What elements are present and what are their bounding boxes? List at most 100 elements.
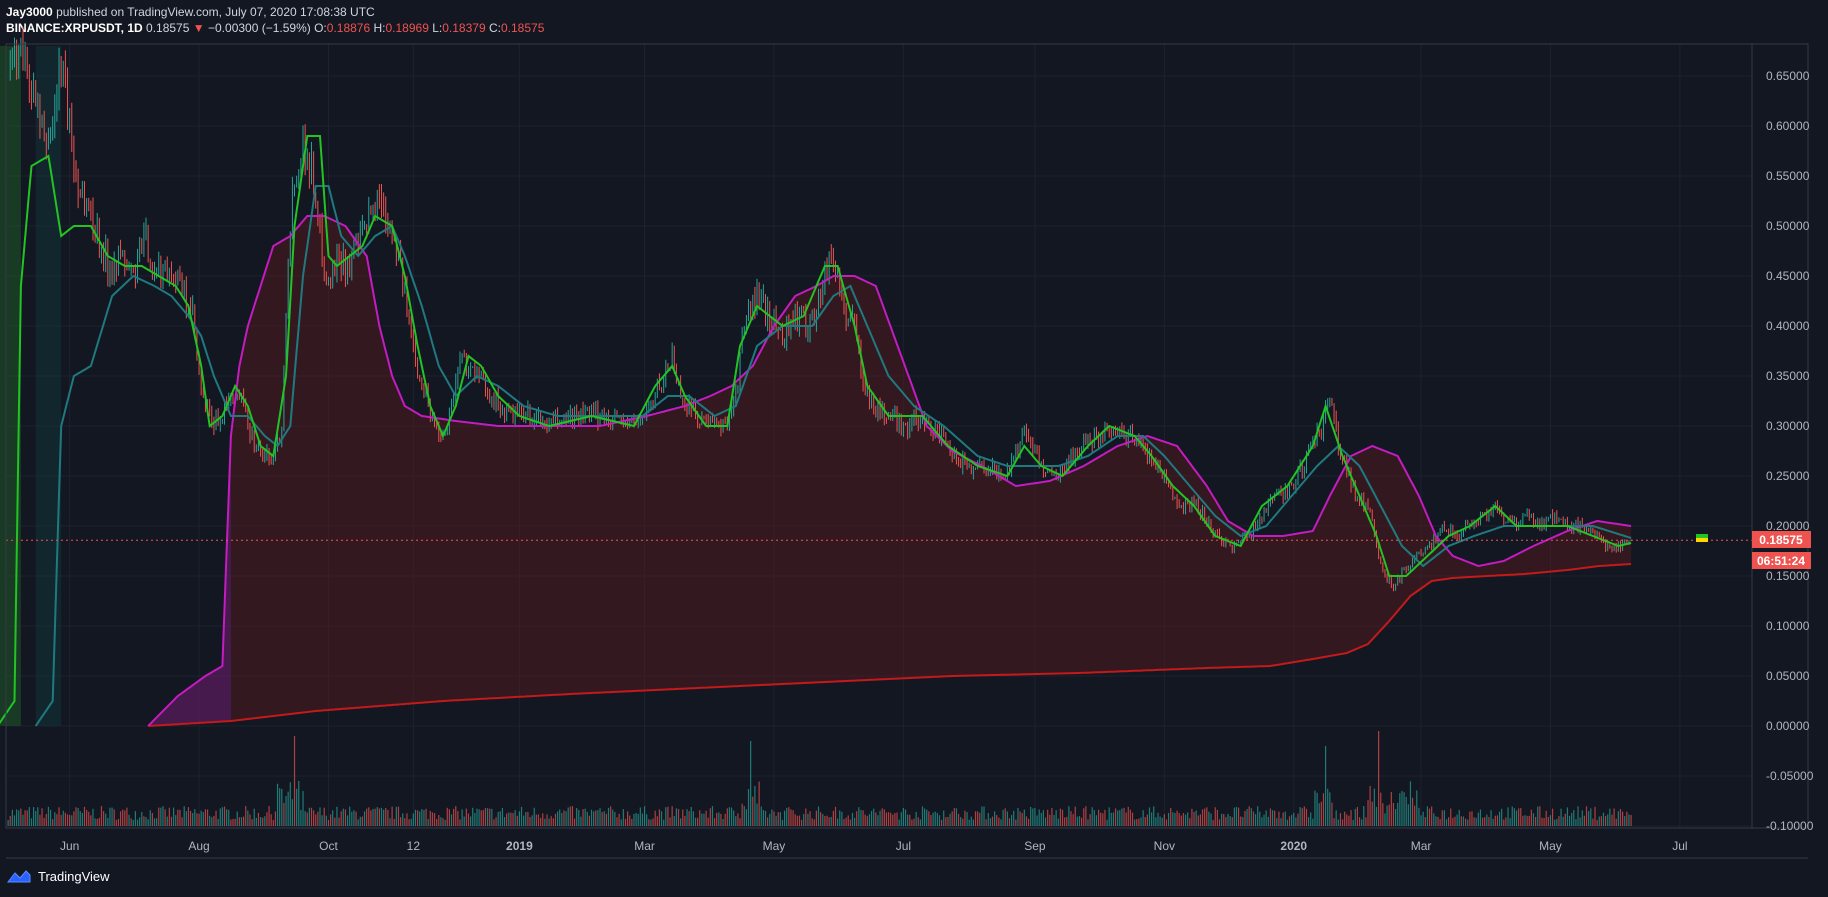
volume-bar	[974, 811, 977, 826]
volume-bar	[1518, 808, 1520, 826]
volume-bar	[1254, 814, 1257, 826]
volume-bar	[1191, 808, 1193, 826]
volume-bar	[599, 808, 601, 826]
volume-bar	[883, 809, 885, 826]
volume-bar	[1433, 813, 1435, 826]
volume-bar	[554, 813, 557, 826]
volume-bar	[567, 807, 569, 826]
volume-bar	[98, 817, 100, 826]
volume-bar	[493, 819, 495, 826]
volume-bar	[998, 817, 1000, 826]
volume-bar	[890, 812, 892, 826]
volume-bar	[1558, 816, 1560, 826]
volume-bar	[359, 816, 361, 826]
volume-bar	[593, 811, 595, 826]
volume-bar	[932, 812, 934, 826]
volume-bar	[501, 807, 504, 826]
volume-bar	[1394, 808, 1397, 826]
volume-bar	[1195, 810, 1197, 826]
volume-bar	[902, 807, 904, 826]
volume-bar	[1231, 817, 1233, 826]
volume-bar	[145, 817, 147, 826]
volume-bar	[438, 815, 440, 826]
volume-bar	[1520, 808, 1522, 826]
volume-bar	[1388, 804, 1390, 826]
volume-bar	[24, 810, 26, 826]
volume-bar	[514, 810, 516, 826]
volume-bar	[217, 818, 219, 826]
volume-bar	[317, 811, 319, 826]
ema-marker-yellow	[1696, 538, 1708, 542]
tradingview-logo-icon[interactable]	[6, 868, 32, 884]
volume-bar	[1227, 813, 1229, 826]
volume-bar	[433, 813, 436, 826]
volume-bar	[213, 815, 215, 826]
volume-bar	[1373, 788, 1375, 826]
volume-bar	[728, 807, 731, 826]
volume-bar	[1532, 813, 1535, 826]
volume-bar	[389, 818, 391, 826]
volume-bar	[694, 817, 697, 826]
volume-bar	[1547, 816, 1549, 826]
time-axis[interactable]: Jun Aug Oct 12 2019 Mar May Jul Sep Nov 2020 Mar May…	[60, 839, 1688, 853]
volume-bar	[1189, 818, 1191, 826]
volume-bar	[1551, 808, 1554, 826]
volume-bar	[338, 817, 340, 826]
volume-bar	[1131, 812, 1134, 826]
volume-bar	[1496, 815, 1499, 826]
volume-bar	[667, 806, 669, 826]
volume-bar	[885, 812, 888, 826]
volume-bar	[1437, 816, 1439, 826]
volume-bar	[181, 817, 183, 826]
volume-bar	[372, 808, 374, 826]
volume-bar	[1428, 808, 1431, 826]
volume-bar	[1481, 817, 1484, 826]
volume-bar	[1148, 807, 1151, 826]
x-tick-label: Nov	[1154, 839, 1175, 853]
volume-bar	[49, 809, 52, 826]
volume-bar	[1403, 792, 1405, 826]
volume-bar	[985, 819, 987, 826]
volume-bar	[1042, 810, 1045, 826]
volume-bar	[1378, 731, 1380, 826]
volume-bar	[35, 810, 37, 826]
volume-bar	[423, 810, 425, 826]
volume-bar	[531, 815, 533, 826]
volume-bar	[1431, 806, 1433, 826]
volume-bar	[1240, 816, 1242, 826]
volume-bar	[735, 816, 737, 826]
volume-bar	[1223, 813, 1225, 826]
volume-bar	[1184, 814, 1187, 826]
price-axis[interactable]: 0.65000 0.60000 0.55000 0.50000 0.45000 0.400…	[1766, 69, 1814, 833]
volume-bar	[684, 815, 686, 826]
volume-bar	[1081, 817, 1083, 826]
volume-bar	[353, 810, 355, 826]
volume-bar	[73, 811, 75, 826]
volume-bar	[226, 809, 228, 826]
volume-bar	[1314, 790, 1316, 826]
volume-bar	[141, 812, 143, 826]
volume-bar	[881, 808, 883, 826]
volume-bar	[936, 812, 938, 826]
volume-bar	[989, 818, 991, 826]
volume-bar	[641, 813, 644, 826]
volume-bar	[771, 809, 773, 826]
volume-bar	[340, 811, 342, 826]
volume-bar	[1125, 812, 1127, 826]
volume-bar	[408, 819, 410, 826]
volume-bar	[966, 812, 968, 826]
volume-bar	[716, 812, 718, 826]
price-chart[interactable]: 0.65000 0.60000 0.55000 0.50000 0.45000 0.400…	[0, 0, 1828, 897]
volume-bar	[947, 816, 949, 826]
volume-bar	[1399, 793, 1401, 826]
volume-bar	[1267, 816, 1269, 826]
volume-bar	[1535, 816, 1537, 826]
volume-bar	[830, 816, 832, 826]
volume-bar	[1562, 816, 1564, 826]
volume-bar	[179, 809, 181, 826]
volume-bar	[1165, 819, 1168, 826]
volume-bar	[1108, 807, 1110, 826]
volume-bar	[1501, 808, 1503, 826]
brand-label[interactable]: TradingView	[38, 869, 110, 884]
volume-bar	[1134, 819, 1136, 826]
